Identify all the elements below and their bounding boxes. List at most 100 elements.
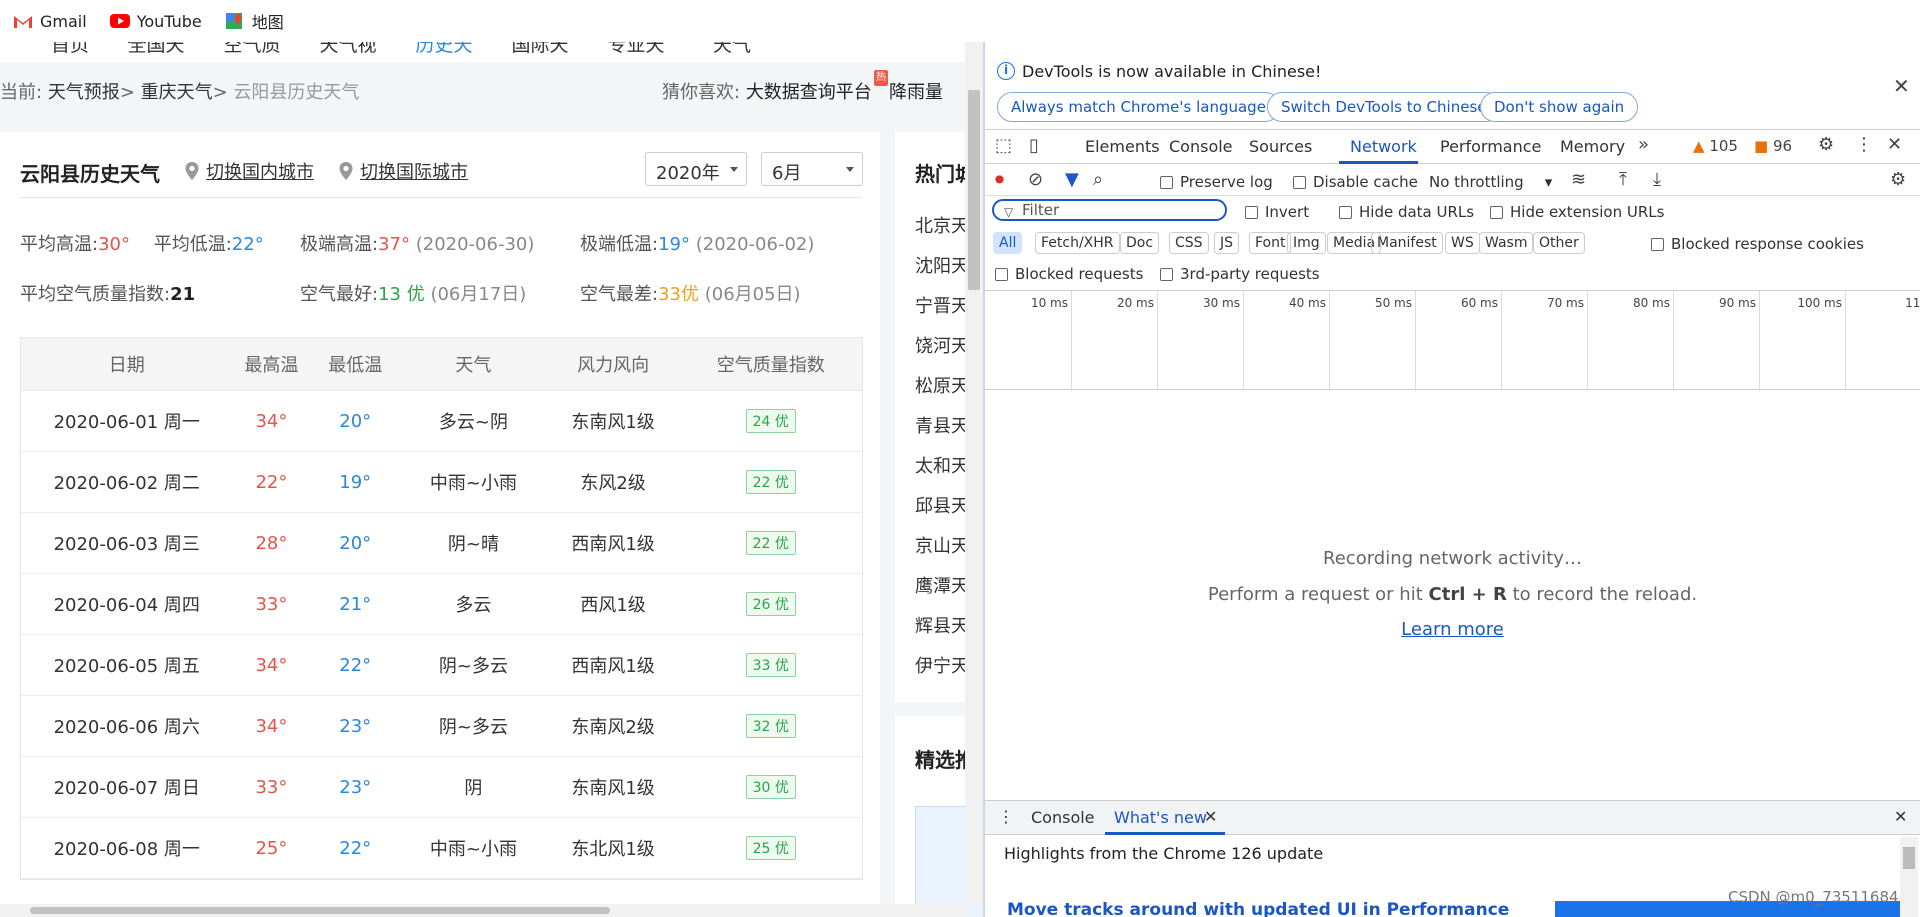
- nav-item[interactable]: 历史天气: [409, 42, 479, 62]
- bookmark-youtube[interactable]: YouTube: [109, 12, 202, 31]
- nav-item[interactable]: 空气质量: [217, 42, 287, 62]
- network-conditions-icon[interactable]: ≋: [1571, 169, 1586, 190]
- tab-network[interactable]: Network: [1350, 137, 1417, 156]
- settings-gear-icon[interactable]: ⚙: [1818, 134, 1834, 155]
- whats-new-headline[interactable]: Move tracks around with updated UI in Pe…: [1007, 900, 1509, 917]
- hot-city-link[interactable]: 辉县天: [915, 612, 969, 638]
- drawer-tab-console[interactable]: Console: [1031, 808, 1095, 827]
- hot-city-link[interactable]: 沈阳天: [915, 252, 969, 278]
- guess-link-bigdata[interactable]: 大数据查询平台: [746, 82, 872, 103]
- hot-city-link[interactable]: 松原天: [915, 372, 969, 398]
- throttling-select[interactable]: No throttling ▾: [1429, 173, 1552, 191]
- checkbox-box[interactable]: [1490, 205, 1503, 219]
- nav-item[interactable]: 天气视频: [313, 42, 383, 62]
- hot-city-link[interactable]: 宁晋天: [915, 292, 969, 318]
- import-har-icon[interactable]: ⤒: [1619, 169, 1627, 190]
- type-filter-js[interactable]: JS: [1214, 232, 1240, 254]
- year-select[interactable]: 2020年: [645, 152, 747, 186]
- export-har-icon[interactable]: ⤓: [1653, 169, 1661, 190]
- crumb-link-forecast[interactable]: 天气预报: [48, 82, 120, 103]
- filter-funnel-icon[interactable]: ▼: [1065, 169, 1079, 190]
- hot-city-link[interactable]: 北京天: [915, 212, 969, 238]
- nav-item[interactable]: 首页: [45, 42, 95, 62]
- drawer-scrollbar[interactable]: [1900, 837, 1918, 917]
- close-drawer-icon[interactable]: ✕: [1894, 807, 1907, 826]
- switch-to-chinese-button[interactable]: Switch DevTools to Chinese: [1267, 92, 1501, 122]
- crumb-link-chongqing[interactable]: 重庆天气: [141, 82, 213, 103]
- guess-link-rainfall[interactable]: 降雨量: [889, 82, 943, 103]
- always-match-language-button[interactable]: Always match Chrome's language: [997, 92, 1280, 122]
- drawer-tab-whats-new[interactable]: What's new: [1114, 808, 1207, 827]
- network-settings-gear-icon[interactable]: ⚙: [1890, 169, 1906, 190]
- tab-memory[interactable]: Memory: [1560, 137, 1625, 156]
- close-tab-icon[interactable]: ✕: [1204, 807, 1217, 826]
- scrollbar-thumb[interactable]: [968, 90, 980, 290]
- type-filter-css[interactable]: CSS: [1169, 232, 1209, 254]
- type-filter-manifest[interactable]: Manifest: [1371, 232, 1443, 254]
- type-filter-ws[interactable]: WS: [1445, 232, 1480, 254]
- checkbox-box[interactable]: [1160, 267, 1173, 281]
- drawer-menu-icon[interactable]: ⋮: [998, 807, 1014, 826]
- record-stop-icon[interactable]: ⏺: [995, 169, 1004, 190]
- device-toolbar-icon[interactable]: ▯: [1029, 135, 1039, 156]
- nav-item[interactable]: 天气: [697, 42, 767, 62]
- checkbox-box[interactable]: [995, 267, 1008, 281]
- clear-icon[interactable]: ⊘: [1028, 169, 1043, 190]
- scrollbar-thumb[interactable]: [30, 907, 610, 914]
- close-infobar-icon[interactable]: ✕: [1893, 74, 1910, 98]
- checkbox-box[interactable]: [1293, 175, 1306, 189]
- type-filter-doc[interactable]: Doc: [1120, 232, 1160, 254]
- type-filter-img[interactable]: Img: [1287, 232, 1326, 254]
- type-filter-font[interactable]: Font: [1249, 232, 1292, 254]
- learn-more-link[interactable]: Learn more: [1401, 619, 1504, 640]
- page-vertical-scrollbar[interactable]: [965, 42, 983, 904]
- type-filter-other[interactable]: Other: [1533, 232, 1585, 254]
- type-filter-wasm[interactable]: Wasm: [1479, 232, 1534, 254]
- disable-cache-checkbox[interactable]: Disable cache: [1293, 173, 1418, 191]
- hot-city-link[interactable]: 鹰潭天: [915, 572, 969, 598]
- filter-input[interactable]: ▽ Filter: [992, 199, 1227, 221]
- nav-item[interactable]: 国际天气: [505, 42, 575, 62]
- nav-item[interactable]: 专业天气: [601, 42, 671, 62]
- tab-sources[interactable]: Sources: [1249, 137, 1312, 156]
- month-select[interactable]: 6月: [761, 152, 863, 186]
- nav-item[interactable]: 全国天气: [121, 42, 191, 62]
- hide-data-urls-checkbox[interactable]: Hide data URLs: [1339, 203, 1474, 221]
- preserve-log-checkbox[interactable]: Preserve log: [1160, 173, 1273, 191]
- inspect-element-icon[interactable]: ⬚: [995, 135, 1012, 156]
- checkbox-box[interactable]: [1160, 175, 1173, 189]
- more-tabs-icon[interactable]: »: [1638, 134, 1649, 155]
- hot-city-link[interactable]: 伊宁天: [915, 652, 969, 678]
- hot-city-link[interactable]: 饶河天: [915, 332, 969, 358]
- hot-city-link[interactable]: 邱县天: [915, 492, 969, 518]
- page-horizontal-scrollbar[interactable]: [0, 904, 965, 917]
- hot-city-link[interactable]: 青县天: [915, 412, 969, 438]
- bookmark-maps[interactable]: 地图: [224, 9, 284, 33]
- issues-counter[interactable]: ■ 96: [1754, 137, 1792, 155]
- switch-domestic-link[interactable]: 切换国内城市: [184, 158, 314, 184]
- hot-city-link[interactable]: 太和天: [915, 452, 969, 478]
- tab-performance[interactable]: Performance: [1440, 137, 1541, 156]
- blocked-response-cookies-checkbox[interactable]: Blocked response cookies: [1651, 235, 1864, 253]
- warnings-counter[interactable]: ▲ 105: [1693, 137, 1738, 155]
- hide-extension-urls-checkbox[interactable]: Hide extension URLs: [1490, 203, 1664, 221]
- kebab-menu-icon[interactable]: ⋮: [1855, 134, 1873, 155]
- type-filter-all[interactable]: All: [993, 232, 1023, 254]
- dont-show-again-button[interactable]: Don't show again: [1480, 92, 1639, 122]
- blocked-requests-checkbox[interactable]: Blocked requests: [995, 265, 1143, 283]
- network-overview-timeline[interactable]: 10 ms 20 ms 30 ms 40 ms 50 ms 60 ms 70 ms 80 ms…: [985, 290, 1920, 391]
- scrollbar-thumb[interactable]: [1903, 847, 1915, 869]
- switch-intl-link[interactable]: 切换国际城市: [338, 158, 468, 184]
- checkbox-box[interactable]: [1339, 205, 1352, 219]
- checkbox-box[interactable]: [1651, 237, 1664, 251]
- type-filter-fetch-xhr[interactable]: Fetch/XHR: [1035, 232, 1120, 254]
- tab-elements[interactable]: Elements: [1085, 137, 1160, 156]
- bookmark-gmail[interactable]: Gmail: [12, 12, 87, 31]
- tab-console[interactable]: Console: [1169, 137, 1233, 156]
- checkbox-box[interactable]: [1245, 205, 1258, 219]
- search-icon[interactable]: ⌕: [1093, 169, 1103, 190]
- third-party-requests-checkbox[interactable]: 3rd-party requests: [1160, 265, 1320, 283]
- invert-checkbox[interactable]: Invert: [1245, 203, 1309, 221]
- hot-city-link[interactable]: 京山天: [915, 532, 969, 558]
- close-devtools-icon[interactable]: ✕: [1887, 134, 1902, 155]
